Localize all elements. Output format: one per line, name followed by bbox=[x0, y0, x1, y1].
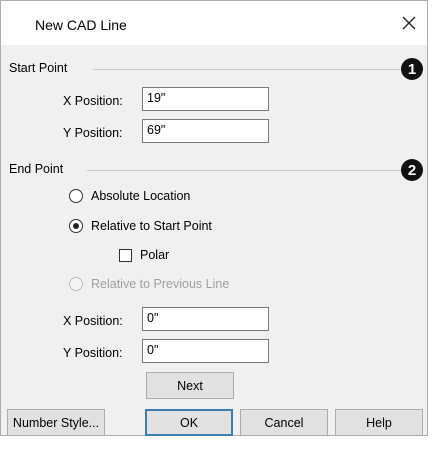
absolute-location-radio[interactable]: Absolute Location bbox=[69, 189, 190, 203]
radio-selected-icon bbox=[69, 219, 83, 233]
ok-button[interactable]: OK bbox=[145, 409, 233, 436]
end-y-input[interactable]: 0" bbox=[142, 339, 269, 363]
start-point-divider bbox=[93, 69, 401, 70]
start-x-label: X Position: bbox=[63, 94, 123, 108]
start-x-input[interactable]: 19" bbox=[142, 87, 269, 111]
start-point-label: Start Point bbox=[9, 61, 68, 75]
dialog-title: New CAD Line bbox=[35, 17, 127, 33]
start-y-label: Y Position: bbox=[63, 126, 123, 140]
callout-1-badge: 1 bbox=[401, 58, 423, 80]
radio-unselected-icon bbox=[69, 189, 83, 203]
end-y-label: Y Position: bbox=[63, 346, 123, 360]
polar-checkbox[interactable]: Polar bbox=[119, 248, 169, 262]
help-button[interactable]: Help bbox=[335, 409, 423, 436]
checkbox-icon bbox=[119, 248, 132, 262]
end-x-label: X Position: bbox=[63, 314, 123, 328]
relative-to-previous-label: Relative to Previous Line bbox=[91, 277, 230, 291]
start-y-input[interactable]: 69" bbox=[142, 119, 269, 143]
close-icon bbox=[402, 16, 416, 30]
relative-to-previous-radio: Relative to Previous Line bbox=[69, 277, 229, 291]
end-point-divider bbox=[87, 170, 401, 171]
new-cad-line-dialog: New CAD Line Start Point 1 X Position: 1… bbox=[0, 0, 428, 436]
polar-label: Polar bbox=[140, 248, 170, 262]
close-button[interactable] bbox=[397, 11, 421, 35]
end-point-label: End Point bbox=[9, 162, 64, 176]
number-style-button[interactable]: Number Style... bbox=[7, 409, 105, 436]
radio-disabled-icon bbox=[69, 277, 83, 291]
title-bar: New CAD Line bbox=[1, 1, 427, 45]
next-button[interactable]: Next bbox=[146, 372, 234, 399]
relative-to-start-radio[interactable]: Relative to Start Point bbox=[69, 219, 212, 233]
callout-2-badge: 2 bbox=[401, 159, 423, 181]
absolute-location-label: Absolute Location bbox=[91, 189, 191, 203]
end-x-input[interactable]: 0" bbox=[142, 307, 269, 331]
relative-to-start-label: Relative to Start Point bbox=[91, 219, 212, 233]
cancel-button[interactable]: Cancel bbox=[240, 409, 328, 436]
